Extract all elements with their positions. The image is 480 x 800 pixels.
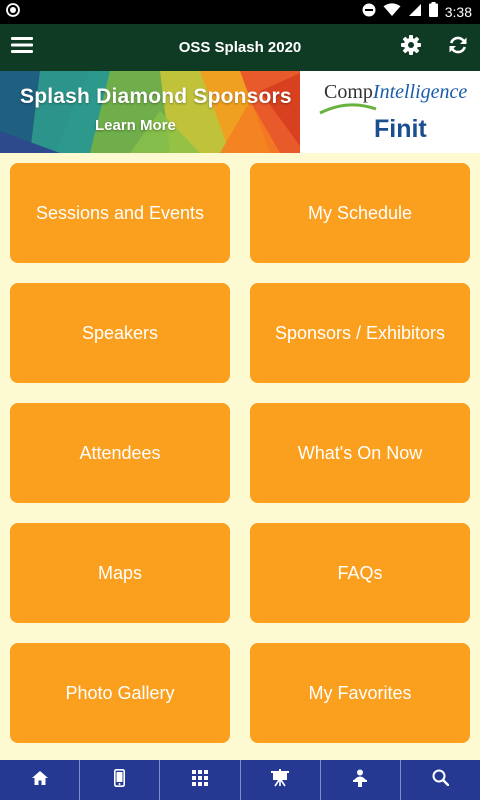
menu-tile-grid: Sessions and Events My Schedule Speakers… [10, 163, 470, 743]
tile-photo-gallery[interactable]: Photo Gallery [10, 643, 230, 743]
status-left [6, 2, 20, 22]
tile-my-favorites[interactable]: My Favorites [250, 643, 470, 743]
status-right: 3:38 [362, 2, 472, 22]
settings-button[interactable] [391, 24, 431, 71]
cell-signal-icon [408, 3, 422, 22]
status-bar: 3:38 [0, 0, 480, 24]
compintelligence-logo-intelligence: Intelligence [372, 81, 468, 103]
menu-icon [11, 37, 33, 58]
tile-faqs[interactable]: FAQs [250, 523, 470, 623]
finit-logo: Finit [374, 115, 427, 143]
app-bar: OSS Splash 2020 [0, 24, 480, 71]
wifi-icon [383, 2, 401, 22]
nav-presentation[interactable] [241, 760, 321, 800]
gear-icon [401, 35, 421, 60]
record-icon [6, 2, 20, 22]
nav-speakers[interactable] [321, 760, 401, 800]
mobile-phone-icon [114, 768, 126, 792]
battery-icon [428, 2, 438, 22]
grid-apps-icon [191, 769, 208, 791]
do-not-disturb-icon [362, 3, 376, 22]
presentation-board-icon [271, 768, 290, 792]
tile-my-schedule[interactable]: My Schedule [250, 163, 470, 263]
banner-title: Splash Diamond Sponsors [20, 85, 292, 108]
speaker-podium-icon [352, 769, 368, 792]
compintelligence-logo-comp: Comp [324, 81, 373, 103]
nav-search[interactable] [401, 760, 480, 800]
nav-home[interactable] [0, 760, 81, 800]
search-icon [432, 769, 450, 791]
tile-whats-on-now[interactable]: What's On Now [250, 403, 470, 503]
nav-apps[interactable] [160, 760, 241, 800]
menu-button[interactable] [2, 24, 42, 71]
nav-mobile[interactable] [80, 760, 161, 800]
tile-attendees[interactable]: Attendees [10, 403, 230, 503]
refresh-button[interactable] [438, 24, 478, 71]
tile-maps[interactable]: Maps [10, 523, 230, 623]
status-time: 3:38 [444, 4, 472, 20]
tile-sponsors-exhibitors[interactable]: Sponsors / Exhibitors [250, 283, 470, 383]
bottom-nav [0, 760, 480, 800]
banner-learn-more[interactable]: Learn More [95, 117, 176, 134]
sponsor-banner[interactable]: Splash Diamond Sponsors Learn More CompI… [0, 71, 480, 153]
banner-sponsor-logos: CompIntelligence Finit [300, 71, 480, 153]
compintelligence-logo: CompIntelligence [324, 81, 467, 104]
tile-sessions-and-events[interactable]: Sessions and Events [10, 163, 230, 263]
refresh-icon [448, 35, 468, 60]
tile-speakers[interactable]: Speakers [10, 283, 230, 383]
banner-art: Splash Diamond Sponsors Learn More [0, 71, 305, 153]
home-icon [31, 770, 49, 791]
